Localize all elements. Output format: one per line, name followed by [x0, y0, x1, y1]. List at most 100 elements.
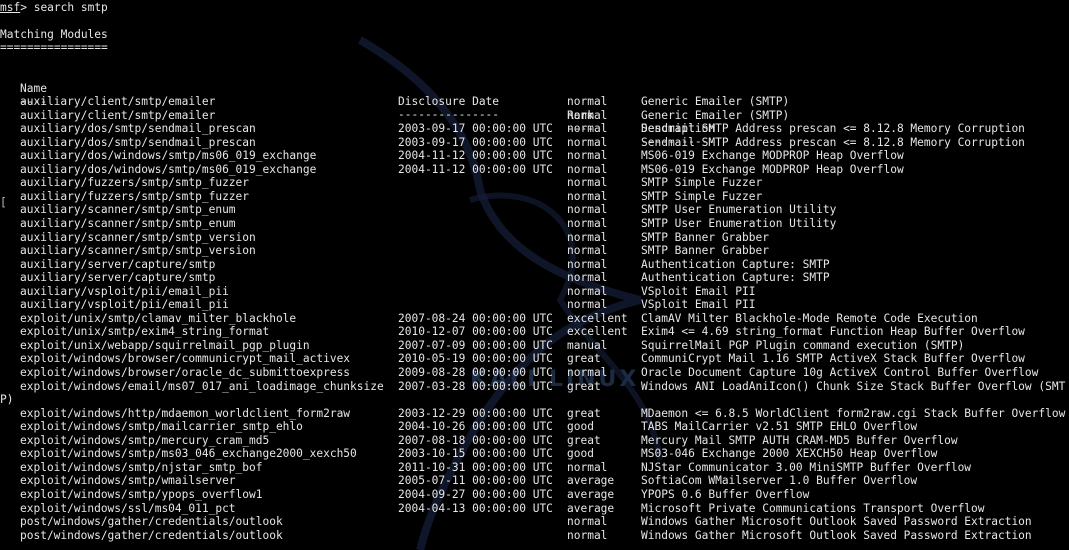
- table-header: Name Disclosure Date Rank Description: [0, 68, 1069, 136]
- module-name: auxiliary/dos/smtp/sendmail_prescan: [20, 135, 256, 149]
- module-rank: good: [567, 420, 594, 434]
- module-description: Exim4 <= 4.69 string_format Function Hea…: [641, 325, 1025, 339]
- module-description: SMTP Simple Fuzzer: [641, 189, 763, 203]
- table-row: exploit/windows/smtp/ypops_overflow1 2004…: [0, 488, 1069, 502]
- module-rank: great: [567, 352, 601, 366]
- module-name: auxiliary/client/smtp/emailer: [20, 95, 216, 108]
- module-description: SMTP Banner Grabber: [641, 244, 769, 258]
- table-row: auxiliary/dos/smtp/sendmail_prescan 2003-…: [0, 136, 1069, 150]
- module-rank: normal: [567, 515, 608, 528]
- module-name: exploit/windows/http/mdaemon_worldclient…: [20, 406, 351, 420]
- module-name: auxiliary/scanner/smtp/smtp_enum: [20, 203, 236, 217]
- disclosure-date: 2003-10-15 00:00:00 UTC: [398, 447, 553, 461]
- table-row: exploit/windows/ssl/ms04_011_pct 2004-04-…: [0, 502, 1069, 516]
- module-name: auxiliary/dos/windows/smtp/ms06_019_exch…: [20, 149, 317, 163]
- section-underline: ================: [0, 41, 108, 54]
- disclosure-date: 2007-08-24 00:00:00 UTC: [398, 311, 553, 325]
- cursor-mark: [: [0, 196, 7, 209]
- module-name: post/windows/gather/credentials/outlook: [20, 515, 283, 528]
- module-description: Authentication Capture: SMTP: [641, 257, 830, 271]
- table-row: post/windows/gather/credentials/outlook n…: [0, 515, 1069, 529]
- table-row: auxiliary/fuzzers/smtp/smtp_fuzzer normal…: [0, 190, 1069, 204]
- module-description: Mercury Mail SMTP AUTH CRAM-MD5 Buffer O…: [641, 433, 958, 447]
- table-row: auxiliary/scanner/smtp/smtp_enum normal SM…: [0, 203, 1069, 217]
- module-name: auxiliary/dos/smtp/sendmail_prescan: [20, 122, 256, 136]
- module-name: auxiliary/fuzzers/smtp/smtp_fuzzer: [20, 176, 250, 190]
- module-description: SoftiaCom WMailserver 1.0 Buffer Overflo…: [641, 474, 918, 488]
- module-name: exploit/windows/smtp/njstar_smtp_bof: [20, 460, 263, 474]
- prompt-shell: msf: [0, 1, 21, 14]
- disclosure-date: 2004-09-27 00:00:00 UTC: [398, 488, 553, 501]
- table-row: post/windows/gather/credentials/outlook n…: [0, 529, 1069, 543]
- module-rank: normal: [567, 135, 608, 149]
- module-rank: great: [567, 406, 601, 420]
- module-name: exploit/unix/webapp/squirrelmail_pgp_plu…: [20, 338, 310, 352]
- module-rank: good: [567, 447, 594, 461]
- module-description: MDaemon <= 6.8.5 WorldClient form2raw.cg…: [641, 406, 1066, 420]
- disclosure-date: 2007-07-09 00:00:00 UTC: [398, 338, 553, 352]
- module-rank: normal: [567, 176, 608, 190]
- module-description: YPOPS 0.6 Buffer Overflow: [641, 488, 810, 501]
- disclosure-date: 2003-12-29 00:00:00 UTC: [398, 406, 553, 420]
- prompt-symbol: >: [20, 1, 34, 14]
- module-rank: excellent: [567, 325, 628, 339]
- table-row: auxiliary/server/capture/smtp normal Authe…: [0, 271, 1069, 285]
- module-name: exploit/windows/browser/communicrypt_mai…: [20, 352, 351, 366]
- module-description: CommuniCrypt Mail 1.16 SMTP ActiveX Stac…: [641, 352, 1025, 366]
- module-rank: normal: [567, 203, 608, 217]
- table-row: exploit/windows/smtp/mercury_cram_md5 200…: [0, 434, 1069, 448]
- module-name: auxiliary/fuzzers/smtp/smtp_fuzzer: [20, 189, 250, 203]
- module-name: post/windows/gather/credentials/outlook: [20, 528, 283, 542]
- table-row: auxiliary/dos/windows/smtp/ms06_019_exch…: [0, 149, 1069, 163]
- module-name: auxiliary/vsploit/pii/email_pii: [20, 298, 229, 312]
- table-row: exploit/windows/browser/oracle_dc_submit…: [0, 366, 1069, 380]
- module-name: auxiliary/scanner/smtp/smtp_version: [20, 244, 256, 258]
- module-rank: normal: [567, 528, 608, 542]
- table-row: exploit/unix/webapp/squirrelmail_pgp_plu…: [0, 339, 1069, 353]
- table-row: exploit/windows/browser/communicrypt_mai…: [0, 352, 1069, 366]
- terminal-window[interactable]: KALI LINUX msf> search smtp Matching Mod…: [0, 0, 1069, 550]
- module-name: exploit/windows/ssl/ms04_011_pct: [20, 501, 236, 515]
- table-row: auxiliary/vsploit/pii/email_pii normal VSp…: [0, 298, 1069, 312]
- module-description: SMTP User Enumeration Utility: [641, 203, 837, 217]
- prompt-line: msf> search smtp: [0, 1, 108, 15]
- module-rank: average: [567, 488, 615, 501]
- module-rank: normal: [567, 257, 608, 271]
- module-description: MS06-019 Exchange MODPROP Heap Overflow: [641, 149, 904, 163]
- disclosure-date: 2010-12-07 00:00:00 UTC: [398, 325, 553, 339]
- disclosure-date: 2004-11-12 00:00:00 UTC: [398, 162, 553, 176]
- table-header-separator: ---- --------------- ---- -----------: [0, 81, 1069, 149]
- module-name: exploit/windows/browser/oracle_dc_submit…: [20, 366, 351, 379]
- disclosure-date: 2003-09-17 00:00:00 UTC: [398, 135, 553, 149]
- module-name: exploit/windows/smtp/wmailserver: [20, 474, 236, 488]
- disclosure-date: 2003-09-17 00:00:00 UTC: [398, 122, 553, 136]
- disclosure-date: 2007-08-18 00:00:00 UTC: [398, 433, 553, 447]
- module-description: ClamAV Milter Blackhole-Mode Remote Code…: [641, 311, 978, 325]
- module-name: auxiliary/server/capture/smtp: [20, 271, 216, 285]
- module-description: SMTP User Enumeration Utility: [641, 216, 837, 230]
- module-description: Windows ANI LoadAniIcon() Chunk Size Sta…: [641, 379, 1066, 393]
- module-name: auxiliary/scanner/smtp/smtp_version: [20, 230, 256, 244]
- module-name: exploit/unix/smtp/clamav_milter_blackhol…: [20, 311, 297, 325]
- table-row: auxiliary/client/smtp/emailer normal Gener…: [0, 95, 1069, 109]
- table-row: exploit/windows/smtp/mailcarrier_smtp_eh…: [0, 420, 1069, 434]
- module-name: auxiliary/client/smtp/emailer: [20, 108, 216, 122]
- module-description: Generic Emailer (SMTP): [641, 95, 790, 108]
- disclosure-date: 2010-05-19 00:00:00 UTC: [398, 352, 553, 366]
- module-description: Oracle Document Capture 10g ActiveX Cont…: [641, 366, 1039, 379]
- prompt-command: search smtp: [33, 1, 108, 14]
- module-rank: average: [567, 501, 615, 515]
- module-description: SMTP Banner Grabber: [641, 230, 769, 244]
- module-description: MS03-046 Exchange 2000 XEXCH50 Heap Over…: [641, 447, 938, 461]
- module-name: auxiliary/scanner/smtp/smtp_enum: [20, 216, 236, 230]
- disclosure-date: 2004-10-26 00:00:00 UTC: [398, 420, 553, 434]
- module-description: Windows Gather Microsoft Outlook Saved P…: [641, 515, 1032, 528]
- module-description: VSploit Email PII: [641, 298, 756, 312]
- module-rank: normal: [567, 271, 608, 285]
- module-description: Windows Gather Microsoft Outlook Saved P…: [641, 528, 1032, 542]
- module-rank: average: [567, 474, 615, 488]
- module-rank: normal: [567, 230, 608, 244]
- table-row: exploit/windows/smtp/njstar_smtp_bof 2011…: [0, 461, 1069, 475]
- module-name: exploit/windows/smtp/ypops_overflow1: [20, 488, 263, 501]
- module-rank: great: [567, 379, 601, 393]
